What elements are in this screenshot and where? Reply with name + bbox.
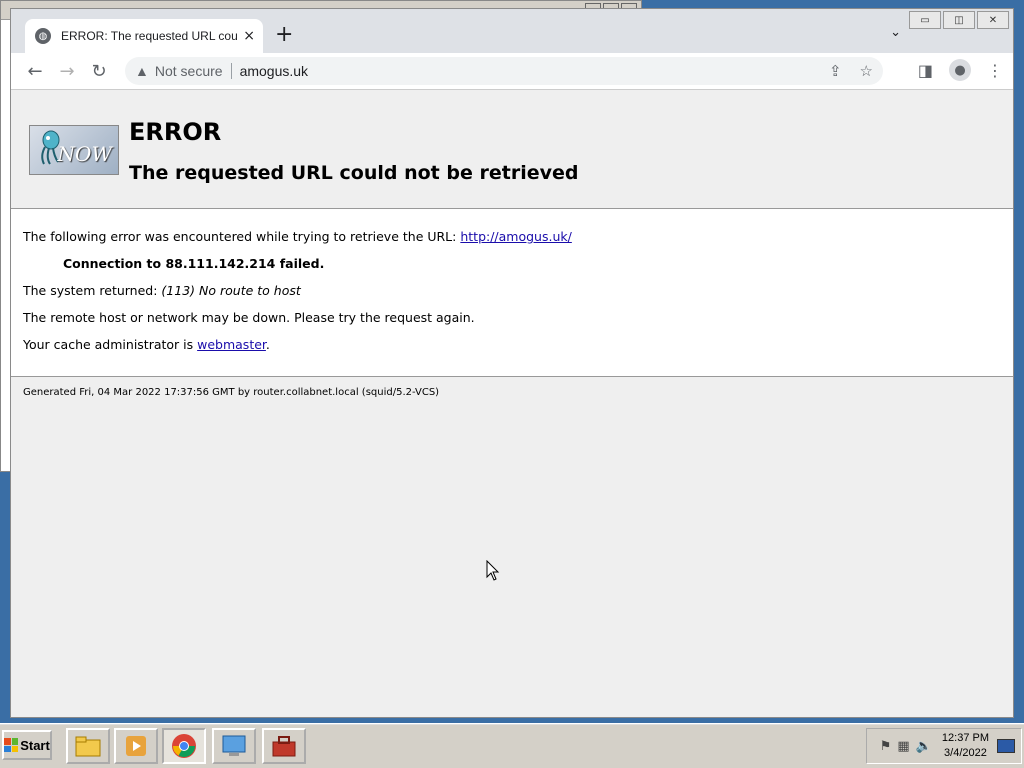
profile-avatar-icon[interactable]: ●	[949, 59, 971, 81]
minimize-button[interactable]: ▭	[909, 11, 941, 29]
address-bar-actions: ⇪ ☆	[829, 62, 873, 80]
window-controls: ▭ ◫ ✕	[909, 11, 1009, 29]
tab-search-chevron-icon[interactable]: ⌄	[890, 25, 901, 40]
toolbar-right: ◨ ● ⋮	[918, 59, 1003, 81]
chrome-taskbar-button[interactable]	[162, 728, 206, 764]
chrome-icon	[172, 734, 196, 758]
close-window-button[interactable]: ✕	[977, 11, 1009, 29]
globe-icon: ◍	[35, 28, 51, 44]
url-text[interactable]: amogus.uk	[240, 63, 308, 79]
toolbox-icon	[272, 736, 296, 757]
error-url-link[interactable]: http://amogus.uk/	[460, 229, 572, 244]
admin-suffix: .	[265, 337, 270, 352]
webmaster-link[interactable]: webmaster	[197, 337, 266, 352]
bookmark-star-icon[interactable]: ☆	[860, 62, 873, 80]
squid-logo: NOW	[29, 125, 119, 175]
system-returned-value: (113) No route to host	[161, 283, 301, 298]
browser-window: ◍ ERROR: The requested URL could not be …	[10, 8, 1014, 718]
tray-icons: ⚑ ▦ 🔈	[880, 739, 932, 754]
side-panel-icon[interactable]: ◨	[918, 61, 933, 80]
back-arrow-icon[interactable]: ←	[21, 61, 49, 82]
tab-title: ERROR: The requested URL could not be re…	[61, 29, 238, 43]
security-indicator[interactable]: Not secure	[155, 63, 223, 79]
tab-close-icon[interactable]: ×	[243, 28, 255, 44]
new-tab-button[interactable]: +	[275, 24, 293, 46]
tab-active[interactable]: ◍ ERROR: The requested URL could not be …	[25, 19, 263, 53]
reload-icon[interactable]: ↻	[85, 61, 113, 82]
windows-flag-icon	[4, 738, 19, 752]
error-url-line: The following error was encountered whil…	[23, 229, 1001, 244]
network-icon[interactable]: ▦	[897, 739, 909, 754]
address-separator	[230, 63, 232, 79]
clock-date: 3/4/2022	[944, 747, 987, 759]
server-manager-taskbar-button[interactable]	[212, 728, 256, 764]
menu-kebab-icon[interactable]: ⋮	[987, 61, 1003, 80]
logo-text: NOW	[57, 142, 112, 166]
admin-line: Your cache administrator is webmaster.	[23, 337, 1001, 352]
forward-arrow-icon[interactable]: →	[53, 61, 81, 82]
generated-footer: Generated Fri, 04 Mar 2022 17:37:56 GMT …	[23, 387, 440, 398]
share-icon[interactable]: ⇪	[829, 62, 842, 80]
tab-strip: ◍ ERROR: The requested URL could not be …	[11, 9, 1013, 53]
error-body: The following error was encountered whil…	[11, 209, 1013, 377]
media-player-taskbar-button[interactable]	[114, 728, 158, 764]
page-title: ERROR	[129, 118, 222, 146]
system-returned-line: The system returned: (113) No route to h…	[23, 283, 1001, 298]
media-player-icon	[126, 736, 146, 756]
explorer-taskbar-button[interactable]	[66, 728, 110, 764]
show-desktop-icon[interactable]	[997, 739, 1015, 753]
mouse-cursor-icon	[486, 560, 500, 581]
maximize-button[interactable]: ◫	[943, 11, 975, 29]
page-content: NOW ERROR The requested URL could not be…	[11, 90, 1013, 717]
warning-triangle-icon[interactable]: ▲	[135, 63, 149, 79]
error-url-prefix: The following error was encountered whil…	[23, 229, 461, 244]
volume-icon[interactable]: 🔈	[916, 739, 932, 754]
action-center-flag-icon[interactable]: ⚑	[880, 739, 892, 754]
start-button[interactable]: Start	[2, 730, 52, 760]
clock-time: 12:37 PM	[941, 732, 989, 744]
system-returned-prefix: The system returned:	[23, 283, 162, 298]
system-tray: ⚑ ▦ 🔈 12:37 PM 3/4/2022	[866, 728, 1022, 764]
address-bar[interactable]: ▲ Not secure amogus.uk ⇪ ☆	[125, 57, 883, 85]
browser-toolbar: ← → ↻ ▲ Not secure amogus.uk ⇪ ☆ ◨ ● ⋮	[11, 53, 1013, 90]
remote-host-text: The remote host or network may be down. …	[23, 310, 475, 325]
error-header: NOW ERROR The requested URL could not be…	[11, 90, 1013, 209]
toolbox-taskbar-button[interactable]	[262, 728, 306, 764]
admin-prefix: Your cache administrator is	[23, 337, 198, 352]
start-label: Start	[20, 737, 50, 753]
page-subtitle: The requested URL could not be retrieved	[129, 162, 579, 184]
folder-icon	[75, 736, 101, 757]
connection-failed-text: Connection to 88.111.142.214 failed.	[63, 256, 325, 271]
server-manager-icon	[222, 735, 246, 756]
clock[interactable]: 12:37 PM 3/4/2022	[942, 731, 989, 761]
taskbar: Start ⚑ ▦ 🔈 12:37 PM 3/4/2022	[0, 723, 1024, 768]
